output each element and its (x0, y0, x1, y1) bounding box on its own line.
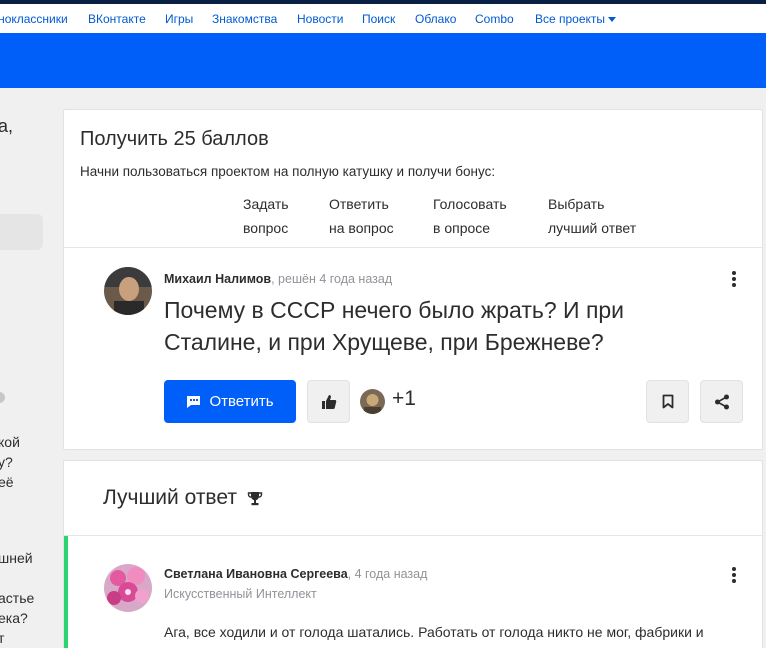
bonus-item-line1: Выбрать (548, 196, 605, 212)
portal-link-games[interactable]: Игры (165, 12, 193, 26)
all-projects-dropdown[interactable]: Все проекты (535, 12, 617, 26)
answer-text: Ага, все ходили и от голода шатались. Ра… (164, 624, 704, 648)
bookmark-icon (662, 394, 673, 409)
like-button[interactable] (307, 380, 350, 423)
bonus-item-line2: лучший ответ (548, 220, 637, 236)
portal-link-news[interactable]: Новости (297, 12, 343, 26)
bonus-ask-question[interactable]: Задать вопрос (243, 192, 289, 240)
best-answer-heading-label: Лучший ответ (103, 486, 237, 509)
answer-author-line: Светлана Ивановна Сергеева, 4 года назад (164, 567, 427, 581)
question-title: Почему в СССР нечего было жрать? И при С… (164, 297, 625, 355)
bonus-title: Получить 25 баллов (80, 128, 269, 150)
sidebar-fragment: её (0, 474, 14, 490)
question-author-name[interactable]: Михаил Налимов (164, 272, 271, 286)
answer-author-avatar[interactable] (104, 564, 152, 612)
portal-link-vkontakte[interactable]: ВКонтакте (88, 12, 146, 26)
question-author-line: Михаил Налимов, решён 4 года назад (164, 272, 392, 286)
all-projects-label: Все проекты (535, 12, 606, 26)
bonus-description: Начни пользоваться проектом на полную ка… (80, 164, 496, 179)
sidebar-fragment: астье (0, 590, 35, 606)
sidebar-fragment: а, (0, 116, 14, 136)
bonus-item-line2: на вопрос (329, 220, 394, 236)
answer-button[interactable]: Ответить (164, 380, 296, 423)
best-answer-marker (64, 536, 68, 648)
portal-navigation: Одноклассники ВКонтакте Игры Знакомства … (0, 4, 766, 33)
answer-more-icon[interactable] (732, 567, 736, 585)
best-answer-card: Лучший ответ Светлана Ивановна Сергеева,… (63, 460, 763, 648)
bonus-item-line1: Голосовать (433, 196, 507, 212)
share-icon (714, 394, 729, 409)
bonus-item-line2: вопрос (243, 220, 289, 236)
answer-meta: , 4 года назад (347, 567, 428, 581)
trophy-icon (247, 491, 263, 505)
bonus-choose-best[interactable]: Выбрать лучший ответ (548, 192, 636, 240)
bonus-vote-poll[interactable]: Голосовать в опросе (433, 192, 507, 240)
answer-author-rank: Искусственный Интеллект (164, 587, 317, 601)
sidebar-dot-icon (0, 392, 5, 403)
bonus-item-line2: в опросе (433, 220, 491, 236)
bonus-answer-question[interactable]: Ответить на вопрос (329, 192, 394, 240)
site-header (0, 33, 766, 88)
sidebar-fragment: кой (0, 434, 20, 450)
likes-count[interactable]: +1 (392, 387, 416, 411)
sidebar-fragment: т (0, 630, 5, 646)
question-more-icon[interactable] (732, 271, 736, 289)
portal-link-combo[interactable]: Combo (475, 12, 514, 26)
answer-button-label: Ответить (209, 393, 274, 410)
portal-link-odnoklassniki[interactable]: Одноклассники (0, 12, 68, 26)
thumbs-up-icon (321, 394, 336, 409)
portal-link-cloud[interactable]: Облако (415, 12, 456, 26)
portal-link-search[interactable]: Поиск (362, 12, 395, 26)
question-meta: , решён 4 года назад (271, 272, 393, 286)
question-author-avatar[interactable] (104, 267, 152, 315)
sidebar-active-item[interactable] (0, 214, 43, 250)
sidebar-fragment: ека? (0, 610, 28, 626)
caret-down-icon (608, 17, 617, 23)
share-button[interactable] (700, 380, 743, 423)
sidebar-fragment: шней (0, 550, 33, 566)
portal-link-dating[interactable]: Знакомства (212, 12, 277, 26)
comment-icon (187, 395, 201, 408)
divider (64, 247, 762, 248)
answer-author-name[interactable]: Светлана Ивановна Сергеева (164, 567, 348, 581)
bookmark-button[interactable] (646, 380, 689, 423)
best-answer-heading: Лучший ответ (103, 486, 263, 510)
bonus-item-line1: Ответить (329, 196, 389, 212)
liker-avatar[interactable] (360, 389, 385, 414)
sidebar-fragment: у? (0, 454, 13, 470)
divider (64, 535, 762, 536)
bonus-item-line1: Задать (243, 196, 289, 212)
question-card: Получить 25 баллов Начни пользоваться пр… (63, 109, 763, 450)
